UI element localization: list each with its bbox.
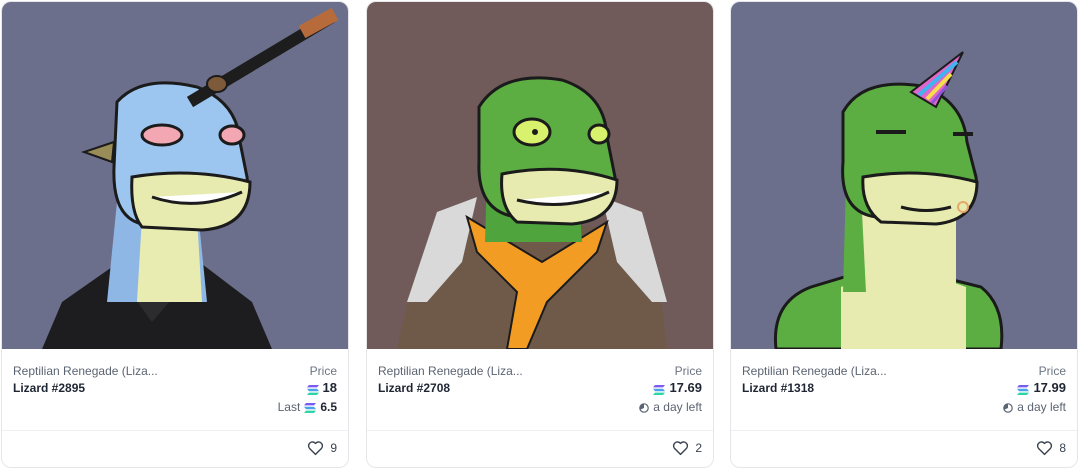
heart-icon bbox=[672, 440, 689, 456]
price-value: 18 bbox=[306, 380, 337, 395]
nft-image[interactable] bbox=[367, 2, 713, 349]
nft-card[interactable]: Reptilian Renegade (Liza... Lizard #1318… bbox=[730, 1, 1078, 468]
price-value: 17.99 bbox=[1017, 380, 1066, 395]
price-label: Price bbox=[1038, 364, 1066, 378]
heart-icon bbox=[307, 440, 324, 456]
price-amount: 18 bbox=[322, 380, 337, 395]
heart-icon bbox=[1036, 440, 1053, 456]
solana-icon bbox=[304, 402, 317, 413]
solana-icon bbox=[653, 383, 666, 395]
collection-name[interactable]: Reptilian Renegade (Liza... bbox=[742, 364, 887, 378]
divider bbox=[367, 430, 713, 431]
likes-count: 9 bbox=[330, 441, 337, 455]
price-label: Price bbox=[309, 364, 337, 378]
time-left-text: a day left bbox=[653, 400, 702, 414]
card-info: Reptilian Renegade (Liza... Lizard #1318… bbox=[731, 349, 1077, 429]
collection-name[interactable]: Reptilian Renegade (Liza... bbox=[13, 364, 158, 378]
clock-icon bbox=[1003, 402, 1014, 413]
time-left-text: a day left bbox=[1017, 400, 1066, 414]
price-label: Price bbox=[674, 364, 702, 378]
last-sale: Last 6.5 bbox=[278, 400, 337, 414]
nft-image[interactable] bbox=[2, 2, 348, 349]
lizard-green-hoodie-art bbox=[367, 2, 713, 349]
lizard-green-unicorn-art bbox=[731, 2, 1077, 349]
price-amount: 17.99 bbox=[1033, 380, 1066, 395]
divider bbox=[731, 430, 1077, 431]
nft-card-grid: Reptilian Renegade (Liza... Lizard #2895… bbox=[0, 0, 1080, 472]
price-amount: 17.69 bbox=[669, 380, 702, 395]
collection-name[interactable]: Reptilian Renegade (Liza... bbox=[378, 364, 523, 378]
solana-icon bbox=[1017, 383, 1030, 395]
favorite-button[interactable]: 9 bbox=[307, 440, 337, 456]
likes-count: 8 bbox=[1059, 441, 1066, 455]
time-left: a day left bbox=[639, 400, 702, 414]
price-value: 17.69 bbox=[653, 380, 702, 395]
solana-icon bbox=[306, 383, 319, 395]
card-info: Reptilian Renegade (Liza... Lizard #2895… bbox=[2, 349, 348, 429]
favorite-button[interactable]: 8 bbox=[1036, 440, 1066, 456]
nft-card[interactable]: Reptilian Renegade (Liza... Lizard #2895… bbox=[1, 1, 349, 468]
divider bbox=[2, 430, 348, 431]
time-left: a day left bbox=[1003, 400, 1066, 414]
lizard-blue-katana-art bbox=[2, 2, 348, 349]
clock-icon bbox=[639, 402, 650, 413]
item-name[interactable]: Lizard #1318 bbox=[742, 381, 814, 395]
nft-card[interactable]: Reptilian Renegade (Liza... Lizard #2708… bbox=[366, 1, 714, 468]
last-sale-label: Last bbox=[277, 400, 301, 414]
favorite-button[interactable]: 2 bbox=[672, 440, 702, 456]
item-name[interactable]: Lizard #2895 bbox=[13, 381, 85, 395]
last-sale-amount: 6.5 bbox=[320, 400, 337, 414]
item-name[interactable]: Lizard #2708 bbox=[378, 381, 450, 395]
card-info: Reptilian Renegade (Liza... Lizard #2708… bbox=[367, 349, 713, 429]
likes-count: 2 bbox=[695, 441, 702, 455]
nft-image[interactable] bbox=[731, 2, 1077, 349]
